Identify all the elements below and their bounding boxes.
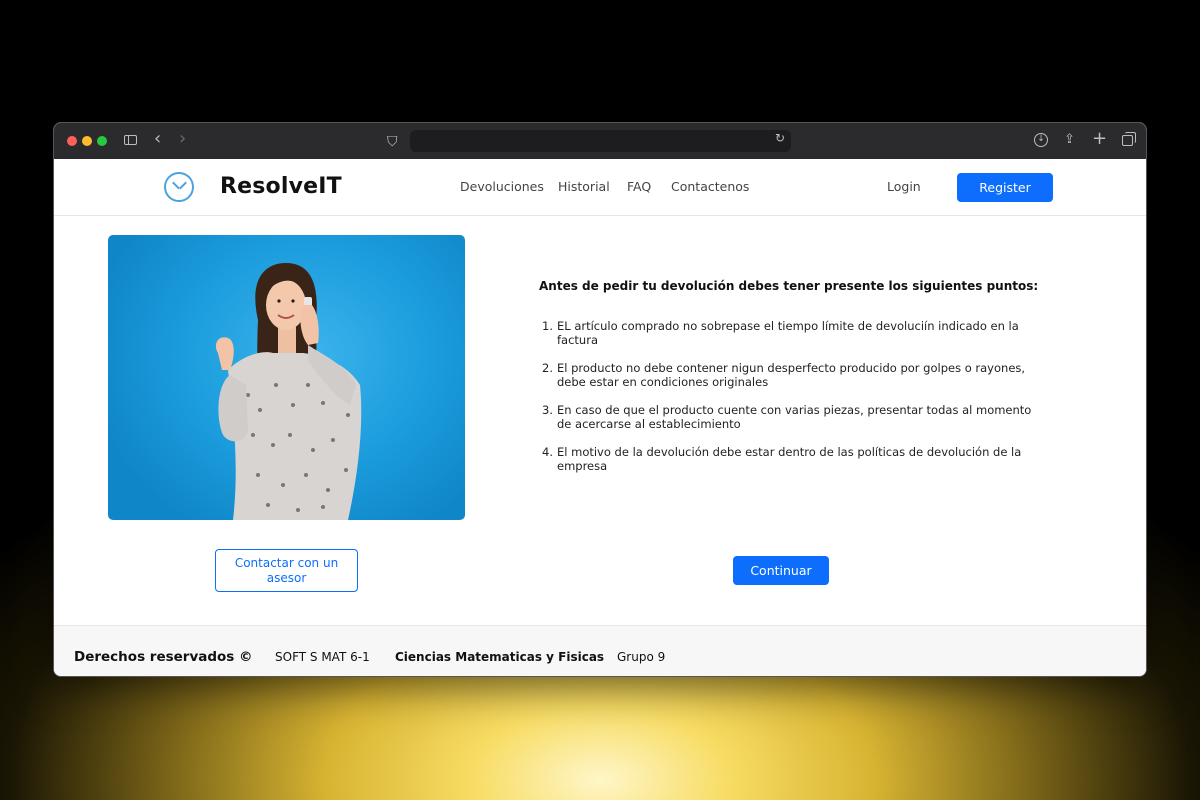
nav-link-devoluciones[interactable]: Devoluciones (460, 179, 544, 194)
close-window-button[interactable] (67, 136, 77, 146)
site-navbar: ResolveIT Devoluciones Historial FAQ Con… (54, 159, 1146, 216)
nav-link-faq[interactable]: FAQ (627, 179, 651, 194)
list-number: 1. (542, 319, 553, 333)
list-text: El motivo de la devolución debe estar de… (557, 445, 1022, 473)
maximize-window-button[interactable] (97, 136, 107, 146)
continue-button[interactable]: Continuar (733, 556, 829, 585)
list-item: 1. EL artículo comprado no sobrepase el t… (539, 319, 1039, 347)
share-icon[interactable]: ⇪ (1064, 132, 1076, 148)
list-item: 2. El producto no debe contener nigun des… (539, 361, 1039, 389)
list-item: 3. En caso de que el producto cuente con … (539, 403, 1039, 431)
browser-toolbar: ‹ › ⛉ ↻ ↓ ⇪ + (54, 123, 1146, 159)
list-number: 3. (542, 403, 553, 417)
logo-icon[interactable] (164, 172, 194, 202)
list-item: 4. El motivo de la devolución debe estar … (539, 445, 1039, 473)
list-number: 4. (542, 445, 553, 459)
rules-list: 1. EL artículo comprado no sobrepase el t… (539, 319, 1039, 487)
list-text: El producto no debe contener nigun despe… (557, 361, 1026, 389)
site-footer: Derechos reservados © SOFT S MAT 6-1 Cie… (54, 625, 1146, 676)
list-text: En caso de que el producto cuente con va… (557, 403, 1032, 431)
nav-link-contactenos[interactable]: Contactenos (671, 179, 749, 194)
footer-course: SOFT S MAT 6-1 (275, 650, 370, 664)
footer-faculty: Ciencias Matematicas y Fisicas (395, 650, 605, 664)
instructions-title: Antes de pedir tu devolución debes tener… (539, 279, 1039, 293)
download-icon[interactable]: ↓ (1034, 133, 1048, 147)
footer-rights: Derechos reservados © (74, 649, 253, 665)
tab-overview-icon[interactable] (1122, 132, 1136, 146)
address-bar[interactable]: ↻ (410, 130, 791, 152)
login-link[interactable]: Login (887, 179, 921, 194)
shield-icon[interactable]: ⛉ (387, 132, 398, 152)
new-tab-icon[interactable]: + (1092, 129, 1107, 149)
contact-advisor-button[interactable]: Contactar con un asesor (215, 549, 358, 592)
brand-name[interactable]: ResolveIT (220, 174, 342, 199)
back-icon[interactable]: ‹ (154, 129, 161, 149)
browser-window: ‹ › ⛉ ↻ ↓ ⇪ + ResolveIT Devoluciones His… (53, 122, 1147, 677)
footer-group: Grupo 9 (617, 650, 666, 664)
register-button[interactable]: Register (957, 173, 1053, 202)
nav-link-historial[interactable]: Historial (558, 179, 610, 194)
list-number: 2. (542, 361, 553, 375)
hero-image (108, 235, 465, 520)
forward-icon[interactable]: › (179, 129, 186, 149)
reload-icon[interactable]: ↻ (775, 131, 785, 145)
minimize-window-button[interactable] (82, 136, 92, 146)
list-text: EL artículo comprado no sobrepase el tie… (557, 319, 1019, 347)
sidebar-toggle-icon[interactable] (124, 135, 137, 145)
woman-on-phone-illustration (215, 263, 362, 520)
web-page: ResolveIT Devoluciones Historial FAQ Con… (54, 159, 1146, 676)
